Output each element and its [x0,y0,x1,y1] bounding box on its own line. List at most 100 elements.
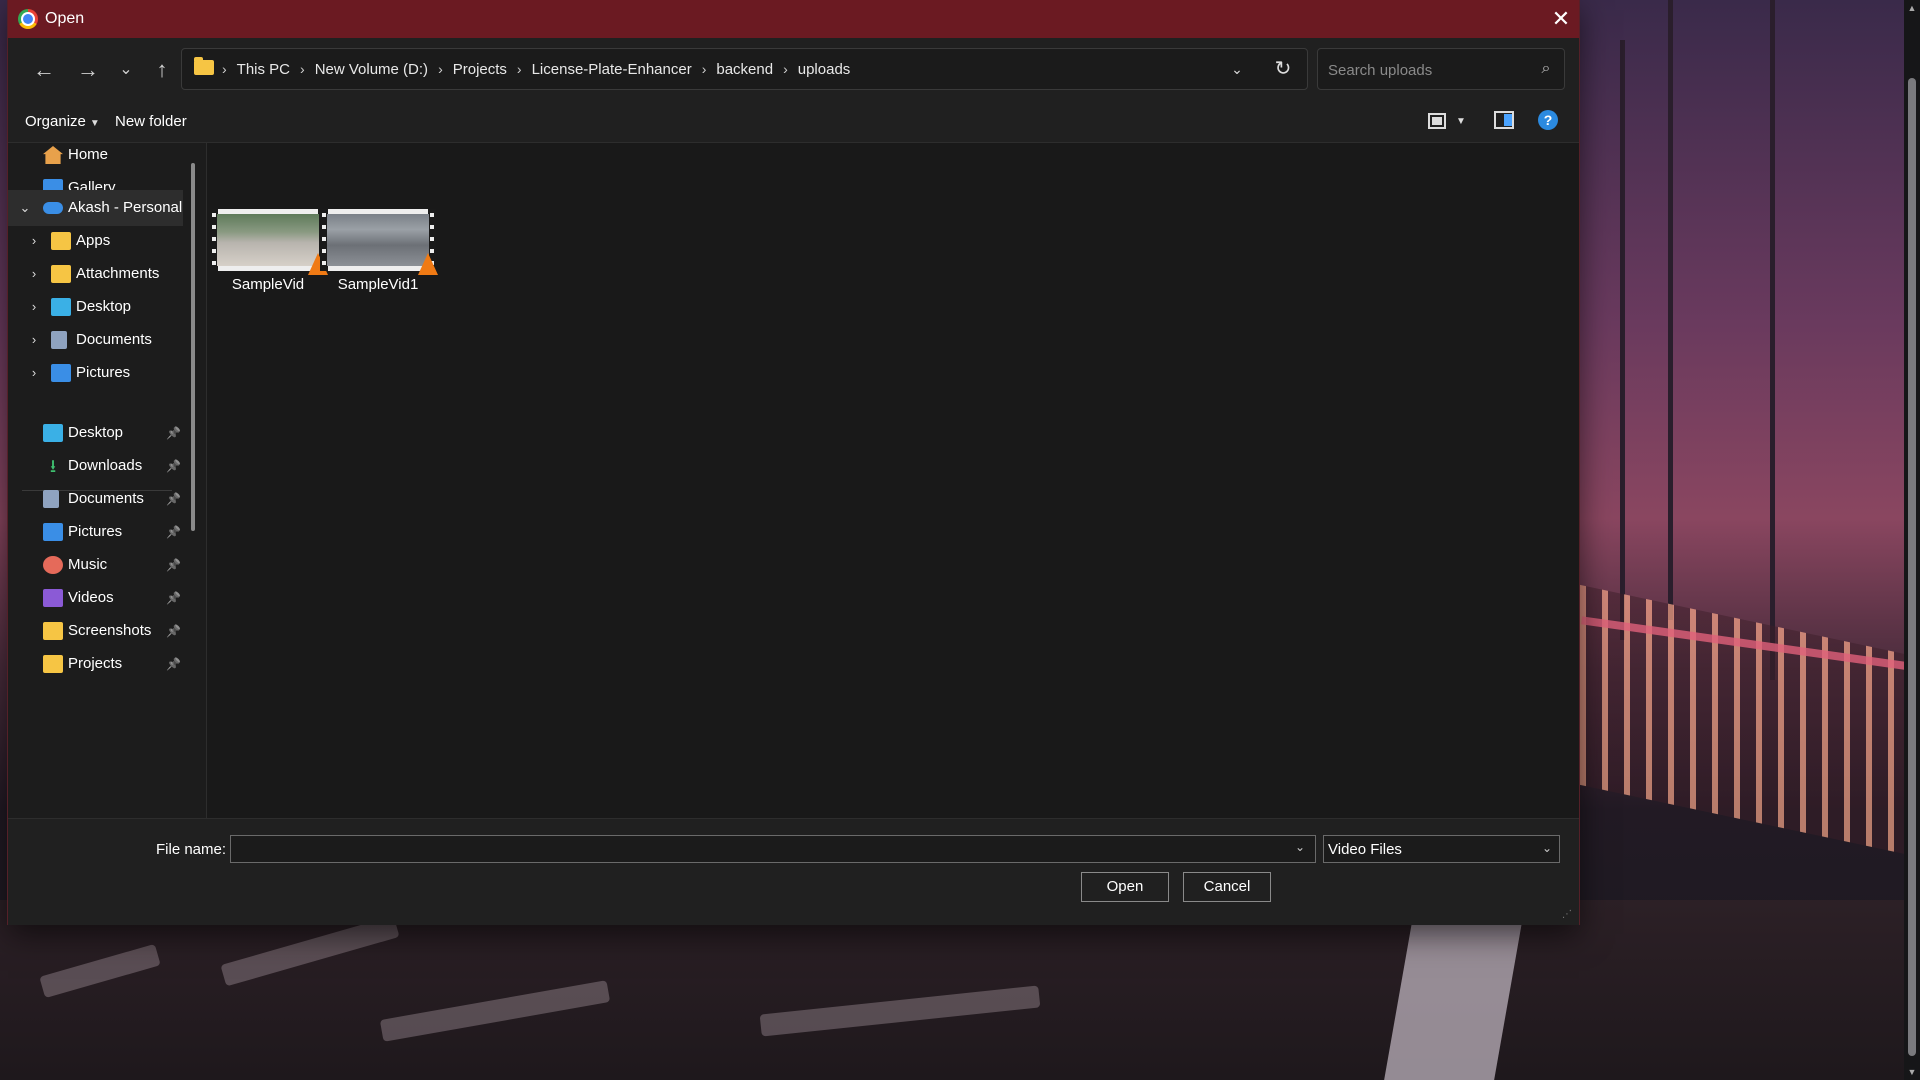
breadcrumb-item[interactable]: This PC [237,61,290,78]
file-item[interactable]: SampleVid1 [310,203,438,303]
folder-icon [43,655,63,673]
pin-icon[interactable]: 📌 [166,491,181,507]
music-icon [43,556,63,574]
search-input[interactable] [1326,49,1530,91]
lane-marking [220,915,400,987]
address-bar[interactable]: › This PC › New Volume (D:) › Projects › Licens… [181,48,1308,90]
pin-icon[interactable]: 📌 [166,623,181,639]
sidebar-item-screenshots[interactable]: Screenshots 📌 [8,613,183,649]
sidebar-item-projects[interactable]: Projects 📌 [8,646,183,682]
breadcrumb-item[interactable]: backend [716,61,773,78]
folder-icon [43,622,63,640]
chrome-icon [18,9,38,29]
preview-pane-icon[interactable] [1494,111,1514,129]
folder-icon [194,57,214,75]
pin-icon[interactable]: 📌 [166,524,181,540]
sidebar-item-label: Home [68,146,109,163]
sidebar-item-downloads[interactable]: ⭳ Downloads 📌 [8,448,183,484]
pin-icon[interactable]: 📌 [166,590,181,606]
sidebar-item-attachments[interactable]: › Attachments [8,256,183,292]
sidebar-item-pictures[interactable]: › Pictures [8,355,183,391]
sidebar-item-akash-personal[interactable]: ⌄ Akash - Personal [8,190,183,226]
document-icon [43,490,59,508]
sidebar-item-label: Apps [76,232,111,249]
refresh-icon[interactable]: ↻ [1268,54,1298,84]
film-perforation [212,213,216,217]
pin-icon[interactable]: 📌 [166,656,181,672]
film-perforation [212,249,216,253]
breadcrumb-separator-icon[interactable]: › [783,61,788,77]
chevron-right-icon[interactable]: › [26,232,42,250]
film-perforation [430,213,434,217]
breadcrumb-separator-icon[interactable]: › [300,61,305,77]
sidebar-item-documents[interactable]: › Documents [8,322,183,358]
page-scrollbar[interactable]: ▲ ▼ [1904,0,1920,1080]
organize-menu-button[interactable]: Organize ▼ [25,113,100,130]
recent-locations-chevron-icon[interactable]: ⌄ [110,54,142,86]
breadcrumb-item[interactable]: uploads [798,61,851,78]
sidebar-item-label: Desktop [68,424,124,441]
help-icon[interactable]: ? [1538,110,1558,130]
breadcrumb-separator-icon[interactable]: › [702,61,707,77]
sidebar-item-label: Downloads [68,457,143,474]
forward-arrow-icon[interactable]: → [72,54,104,86]
breadcrumb-item[interactable]: Projects [453,61,507,78]
view-options-caret-icon[interactable]: ▼ [1456,116,1466,127]
film-perforation [212,261,216,265]
sidebar-item-desktop[interactable]: Desktop 📌 [8,415,183,451]
lane-marking [39,943,161,999]
sidebar-item-pictures[interactable]: Pictures 📌 [8,514,183,550]
breadcrumb-separator-icon[interactable]: › [517,61,522,77]
scroll-down-arrow-icon[interactable]: ▼ [1904,1064,1920,1080]
sidebar-item-label: Projects [68,655,123,672]
file-type-select[interactable]: Video Files ⌄ [1323,835,1560,863]
sidebar-item-home[interactable]: Home [8,143,183,173]
video-thumbnail [210,209,328,275]
close-button[interactable]: ✕ [1543,0,1579,38]
chevron-down-icon[interactable]: ⌄ [17,199,33,217]
pin-icon[interactable]: 📌 [166,425,181,441]
sidebar-item-videos[interactable]: Videos 📌 [8,580,183,616]
lane-marking [759,985,1041,1037]
sidebar-item-documents[interactable]: Documents 📌 [8,481,183,517]
breadcrumb-item[interactable]: New Volume (D:) [315,61,428,78]
sidebar-item-apps[interactable]: › Apps [8,223,183,259]
caret-down-icon: ▼ [89,118,100,129]
sidebar-item-music[interactable]: Music 📌 [8,547,183,583]
breadcrumb-separator-icon[interactable]: › [438,61,443,77]
file-item[interactable]: SampleVid [200,203,328,303]
file-name-chevron-down-icon[interactable]: ⌄ [1295,840,1305,854]
file-name: SampleVid1 [337,276,419,293]
sidebar-item-desktop[interactable]: › Desktop [8,289,183,325]
command-bar: Organize ▼ New folder ▼ [8,102,1579,143]
scrollbar-thumb[interactable] [1908,78,1916,1056]
desktop-icon [51,298,71,316]
breadcrumb-separator-icon[interactable]: › [222,61,227,77]
sidebar-item-label: Documents [68,490,144,507]
chevron-right-icon[interactable]: › [26,265,42,283]
scroll-up-arrow-icon[interactable]: ▲ [1904,0,1920,16]
pin-icon[interactable]: 📌 [166,458,181,474]
back-arrow-icon[interactable]: ← [28,54,60,86]
cancel-button[interactable]: Cancel [1183,872,1271,902]
sidebar-scrollbar-thumb[interactable] [191,163,195,531]
pin-icon[interactable]: 📌 [166,557,181,573]
file-name-input[interactable]: ⌄ [230,835,1316,863]
search-icon[interactable]: ⌕ [1536,59,1556,79]
resize-grip-icon[interactable]: ⋰ [1562,909,1574,921]
search-box[interactable]: ⌕ [1317,48,1565,91]
open-button[interactable]: Open [1081,872,1169,902]
chevron-right-icon[interactable]: › [26,298,42,316]
title-bar: Open ✕ [8,0,1579,38]
address-history-chevron-icon[interactable]: ⌄ [1222,54,1252,84]
chevron-right-icon[interactable]: › [26,331,42,349]
film-perforation [430,237,434,241]
open-file-dialog: Open ✕ ← → ⌄ ↑ › This PC › New Volume (D:) ›… [8,0,1579,925]
film-perforation [212,237,216,241]
dialog-title: Open [45,10,85,27]
new-folder-button[interactable]: New folder [115,113,187,130]
view-mode-icon[interactable] [1428,113,1446,129]
chevron-right-icon[interactable]: › [26,364,42,382]
breadcrumb-item[interactable]: License-Plate-Enhancer [532,61,692,78]
up-arrow-icon[interactable]: ↑ [146,54,178,86]
